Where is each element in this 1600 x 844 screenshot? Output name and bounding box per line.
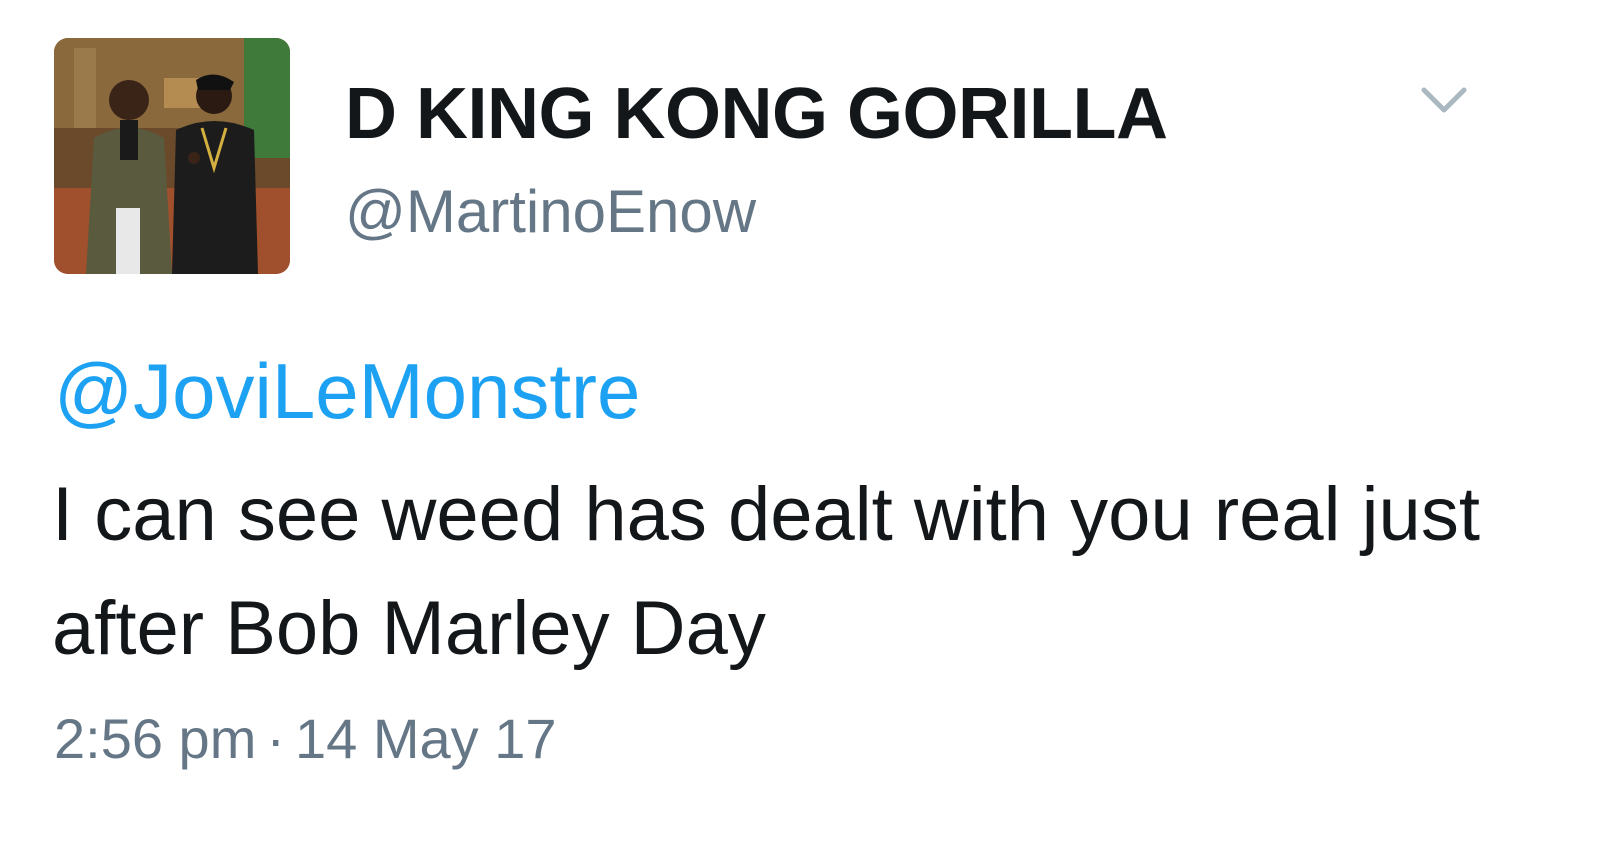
tweet-card: D KING KONG GORILLA @MartinoEnow @JoviLe… — [0, 0, 1600, 844]
meta-separator: · — [266, 707, 285, 770]
tweet-timestamp[interactable]: 2:56 pm · 14 May 17 — [54, 704, 557, 774]
chevron-down-icon[interactable] — [1418, 78, 1470, 122]
tweet-date: 14 May 17 — [295, 707, 557, 770]
user-handle[interactable]: @MartinoEnow — [345, 176, 756, 248]
display-name[interactable]: D KING KONG GORILLA — [345, 72, 1168, 156]
avatar[interactable] — [54, 38, 290, 274]
tweet-time: 2:56 pm — [54, 707, 257, 770]
profile-photo — [54, 38, 290, 274]
tweet-text: I can see weed has dealt with you real j… — [52, 472, 1480, 671]
reply-mention-link[interactable]: @JoviLeMonstre — [54, 345, 640, 437]
